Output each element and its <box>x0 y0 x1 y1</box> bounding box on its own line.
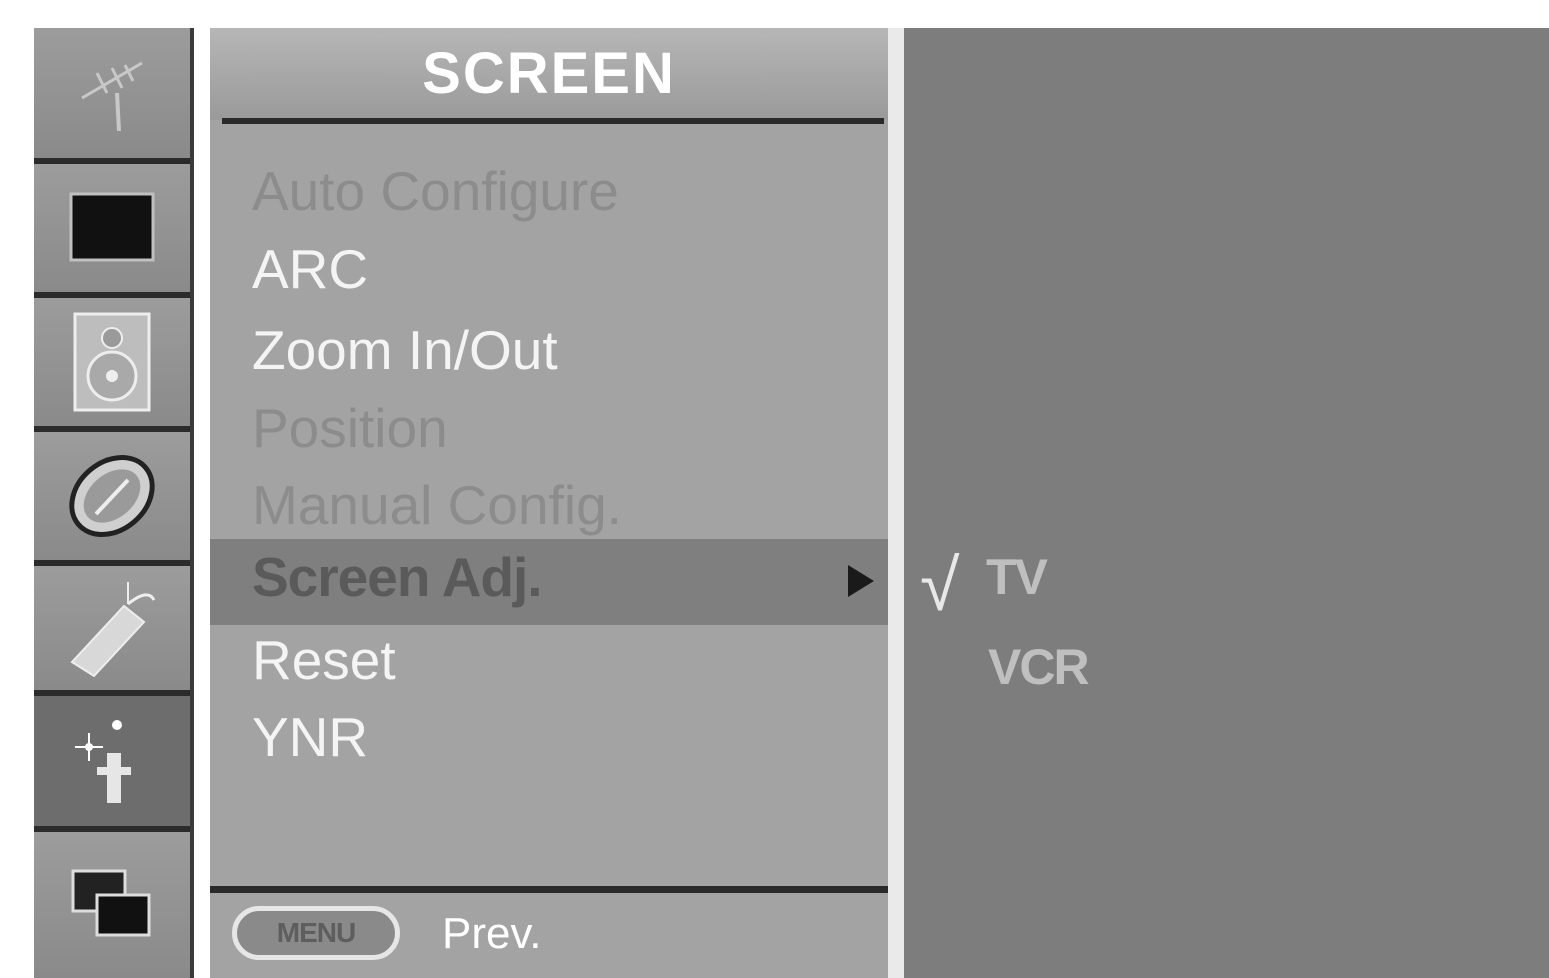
category-icon-bar <box>34 28 194 978</box>
menu-item-arc[interactable]: ARC <box>252 234 368 304</box>
menu-item-position[interactable]: Position <box>252 393 448 463</box>
category-picture[interactable] <box>34 164 190 298</box>
submenu-arrow-icon <box>848 565 874 597</box>
setup-icon <box>70 582 156 678</box>
clock-icon <box>69 455 155 537</box>
menu-title: SCREEN <box>210 28 888 120</box>
screen-icon <box>75 720 131 803</box>
right-divider <box>888 28 904 978</box>
antenna-icon <box>81 61 143 132</box>
submenu-item-tv[interactable]: TV <box>986 548 1048 606</box>
category-sound[interactable] <box>34 298 190 432</box>
screen-adj-submenu: √ TV VCR <box>904 28 1549 978</box>
submenu-item-vcr[interactable]: VCR <box>988 638 1090 696</box>
picture-icon <box>69 192 155 262</box>
menu-item-screen-adj[interactable]: Screen Adj. <box>252 542 543 612</box>
prev-label: Prev. <box>442 909 542 958</box>
category-screen[interactable] <box>34 696 190 832</box>
menu-button[interactable]: MENU <box>232 906 400 960</box>
category-pip[interactable] <box>34 832 190 978</box>
check-icon: √ <box>920 546 960 626</box>
category-setup[interactable] <box>34 566 190 696</box>
menu-item-zoom[interactable]: Zoom In/Out <box>252 315 558 385</box>
menu-item-manual-config[interactable]: Manual Config. <box>252 470 622 540</box>
speaker-icon <box>73 312 151 412</box>
left-divider <box>194 28 210 978</box>
category-channel[interactable] <box>34 28 190 164</box>
menu-item-ynr[interactable]: YNR <box>252 702 368 772</box>
pip-icon <box>71 869 151 937</box>
footer-divider <box>210 886 888 893</box>
category-time[interactable] <box>34 432 190 566</box>
header-divider <box>222 118 884 124</box>
screen-menu-panel: SCREEN Auto Configure ARC Zoom In/Out Po… <box>210 28 888 978</box>
menu-item-auto-configure[interactable]: Auto Configure <box>252 156 619 226</box>
menu-item-reset[interactable]: Reset <box>252 625 396 695</box>
menu-footer: MENU Prev. <box>210 893 888 978</box>
